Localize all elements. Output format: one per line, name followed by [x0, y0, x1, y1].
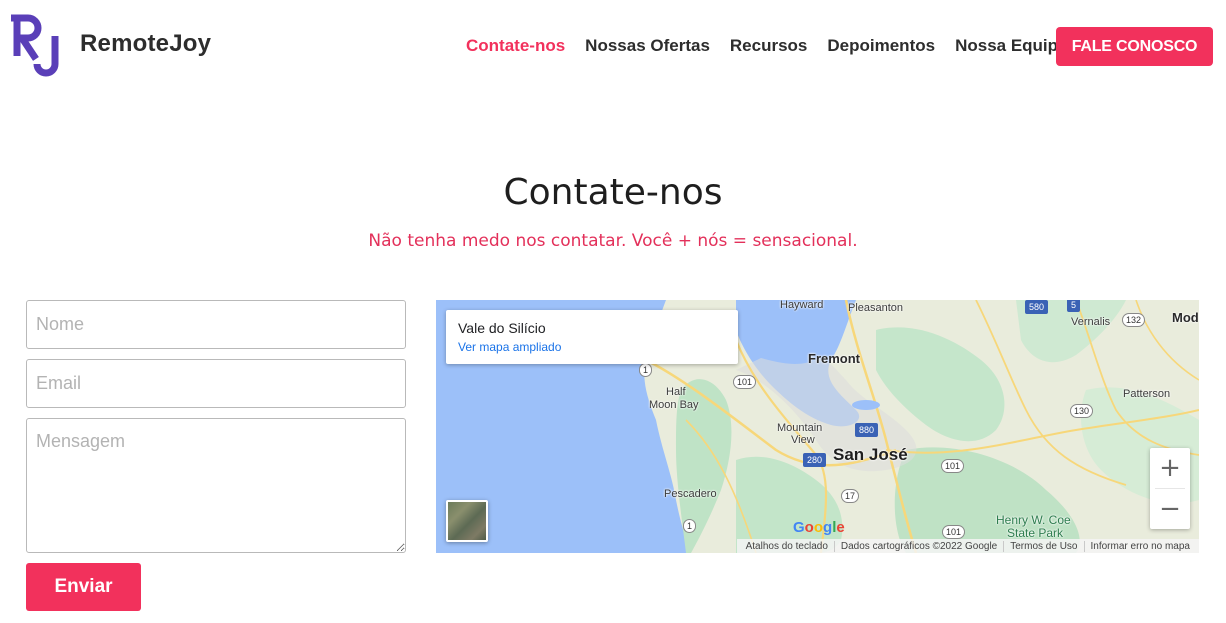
highway-shield-280: 280 — [803, 453, 827, 467]
map-label-moon-bay: Moon Bay — [649, 399, 699, 411]
highway-shield-101-south: 101 — [941, 459, 965, 473]
map-info-card: Vale do Silício Ver mapa ampliado — [446, 310, 738, 364]
map-label-san-jose: San José — [833, 445, 908, 464]
map-label-patterson: Patterson — [1123, 388, 1171, 400]
map-embed[interactable]: Hayward Pleasanton Vernalis Mod Fremont … — [436, 300, 1199, 553]
brand-name[interactable]: RemoteJoy — [80, 30, 211, 58]
google-logo-letter: o — [804, 519, 814, 536]
map-label-pleasanton: Pleasanton — [848, 302, 904, 314]
page-subtitle: Não tenha medo nos contatar. Você + nós … — [368, 231, 858, 251]
map-label-half: Half — [666, 386, 686, 398]
map-label-state-park: State Park — [1007, 526, 1064, 540]
nav-item-nossa-equipe[interactable]: Nossa Equipe — [955, 36, 1067, 56]
email-field[interactable] — [26, 359, 406, 408]
map-label-mod: Mod — [1172, 310, 1199, 325]
highway-shield-101-north: 101 — [733, 375, 757, 389]
highway-shield-1-south: 1 — [683, 519, 697, 533]
map-label-fremont: Fremont — [808, 351, 860, 366]
google-logo-letter: g — [823, 519, 833, 536]
google-logo-letter: o — [813, 519, 824, 536]
remotejoy-logo-icon[interactable] — [11, 14, 63, 78]
zoom-in-button[interactable]: + — [1150, 448, 1190, 488]
keyboard-shortcuts-link[interactable]: Atalhos do teclado — [740, 541, 834, 552]
highway-shield-880: 880 — [855, 423, 879, 437]
nav-item-recursos[interactable]: Recursos — [730, 36, 807, 56]
map-label-view: View — [791, 434, 815, 446]
map-zoom-controls: + − — [1150, 448, 1190, 529]
nav-item-contate-nos[interactable]: Contate-nos — [466, 36, 565, 56]
nav-item-depoimentos[interactable]: Depoimentos — [827, 36, 935, 56]
map-place-title: Vale do Silício — [458, 320, 546, 336]
map-label-pescadero: Pescadero — [664, 488, 717, 500]
highway-shield-17: 17 — [841, 489, 860, 503]
map-data-credit: Dados cartográficos ©2022 Google — [833, 540, 1003, 552]
report-map-error-link[interactable]: Informar erro no mapa — [1083, 540, 1197, 552]
highway-shield-5: 5 — [1067, 300, 1081, 312]
fale-conosco-button[interactable]: FALE CONOSCO — [1056, 27, 1213, 66]
send-button[interactable]: Enviar — [26, 563, 141, 611]
google-logo: Google — [793, 519, 845, 536]
map-attribution-bar: Atalhos do teclado Dados cartográficos ©… — [736, 539, 1199, 553]
highway-shield-580: 580 — [1025, 300, 1049, 314]
site-header: RemoteJoy Contate-nos Nossas Ofertas Rec… — [0, 0, 1226, 92]
highway-shield-132: 132 — [1122, 313, 1146, 327]
view-larger-map-link[interactable]: Ver mapa ampliado — [458, 340, 726, 354]
map-label-vernalis: Vernalis — [1071, 316, 1111, 328]
map-label-henry-coe: Henry W. Coe — [996, 513, 1071, 527]
highway-shield-1-north: 1 — [639, 363, 653, 377]
highway-shield-130: 130 — [1070, 404, 1094, 418]
page-title: Contate-nos — [503, 172, 723, 213]
highway-shield-101-far-south: 101 — [942, 525, 966, 539]
google-logo-letter: e — [836, 519, 845, 536]
terms-of-use-link[interactable]: Termos de Uso — [1003, 540, 1083, 552]
google-logo-letter: G — [793, 519, 805, 536]
map-label-hayward: Hayward — [780, 300, 824, 311]
main-nav: Contate-nos Nossas Ofertas Recursos Depo… — [466, 36, 1088, 56]
map-label-mountain: Mountain — [777, 422, 823, 434]
nav-item-nossas-ofertas[interactable]: Nossas Ofertas — [585, 36, 710, 56]
satellite-view-toggle[interactable] — [446, 500, 488, 542]
zoom-out-button[interactable]: − — [1150, 489, 1190, 529]
name-field[interactable] — [26, 300, 406, 349]
message-field[interactable] — [26, 418, 406, 553]
